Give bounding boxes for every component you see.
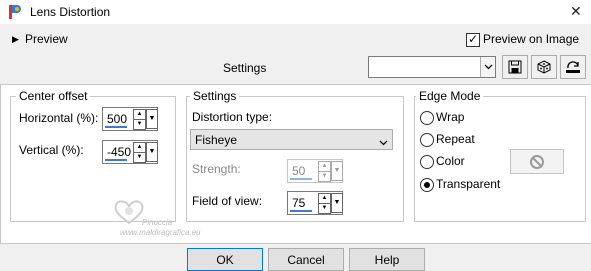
help-button[interactable]: Help <box>349 248 425 271</box>
field-of-view-label: Field of view: <box>192 194 263 208</box>
chevron-down-icon[interactable] <box>480 57 495 77</box>
cancel-button[interactable]: Cancel <box>268 248 344 271</box>
save-preset-button[interactable] <box>502 55 528 79</box>
strength-spinbox: 50 ▲ ▼ ▼ <box>287 159 343 183</box>
spin-menu-icon[interactable]: ▼ <box>331 193 343 213</box>
radio-wrap[interactable] <box>420 111 434 125</box>
save-icon <box>508 60 522 74</box>
random-button[interactable] <box>531 55 557 79</box>
spin-down-icon[interactable]: ▼ <box>318 203 331 214</box>
settings-preset-label: Settings <box>223 61 267 75</box>
close-icon[interactable]: ✕ <box>570 3 582 20</box>
center-offset-title: Center offset <box>16 89 91 103</box>
dice-icon <box>537 60 551 74</box>
radio-color-label: Color <box>436 154 465 168</box>
ok-button[interactable]: OK <box>187 248 263 271</box>
preset-dropdown[interactable] <box>368 56 496 78</box>
settings-group-title: Settings <box>190 89 240 103</box>
watermark-logo <box>112 198 146 229</box>
field-of-view-value: 75 <box>292 196 306 210</box>
radio-repeat-label: Repeat <box>436 132 475 146</box>
spin-down-icon[interactable]: ▼ <box>133 119 146 130</box>
checkmark-icon: ✓ <box>468 32 479 46</box>
expand-arrow-icon[interactable]: ▶ <box>12 34 19 45</box>
horizontal-spinbox[interactable]: 500 ▲ ▼ ▼ <box>102 107 158 131</box>
radio-selected-dot <box>424 182 430 188</box>
watermark-text-1: Pinuccia <box>142 218 173 227</box>
radio-transparent-label: Transparent <box>436 177 501 191</box>
no-color-icon <box>530 154 544 169</box>
distortion-type-value: Fisheye <box>195 133 238 147</box>
field-of-view-spinbox[interactable]: 75 ▲ ▼ ▼ <box>287 191 343 215</box>
radio-wrap-label: Wrap <box>436 110 465 124</box>
radio-color[interactable] <box>420 155 434 169</box>
vertical-value: -450 <box>107 145 132 159</box>
watermark-text-2: www.maldiragrafica.eu <box>120 228 201 237</box>
spin-down-icon[interactable]: ▼ <box>133 152 146 163</box>
spin-menu-icon: ▼ <box>331 161 343 181</box>
spin-menu-icon[interactable]: ▼ <box>146 109 158 129</box>
strength-value: 50 <box>292 164 306 178</box>
value-underline <box>290 210 312 212</box>
color-swatch <box>510 149 564 174</box>
app-icon <box>7 4 23 20</box>
radio-repeat[interactable] <box>420 133 434 147</box>
value-underline <box>105 126 127 128</box>
edge-mode-title: Edge Mode <box>416 89 484 103</box>
reset-button[interactable] <box>560 55 586 79</box>
radio-transparent[interactable] <box>420 178 434 192</box>
value-underline <box>290 178 312 180</box>
preview-toggle-label[interactable]: Preview <box>25 32 68 46</box>
preview-on-image-label: Preview on Image <box>483 32 580 46</box>
strength-label: Strength: <box>192 162 241 176</box>
chevron-down-icon[interactable] <box>379 135 388 149</box>
spin-menu-icon[interactable]: ▼ <box>146 142 158 162</box>
value-underline <box>105 159 127 161</box>
distortion-type-dropdown[interactable]: Fisheye <box>190 129 393 150</box>
vertical-spinbox[interactable]: -450 ▲ ▼ ▼ <box>102 140 158 164</box>
reset-icon <box>566 61 580 73</box>
horizontal-value: 500 <box>107 112 128 126</box>
preview-on-image-checkbox[interactable]: ✓ <box>466 32 480 47</box>
vertical-label: Vertical (%): <box>19 143 84 157</box>
spin-down-icon: ▼ <box>318 171 331 182</box>
distortion-type-label: Distortion type: <box>192 110 273 124</box>
window-title: Lens Distortion <box>30 5 111 19</box>
heart-watermark-icon <box>114 200 144 225</box>
horizontal-label: Horizontal (%): <box>19 111 99 125</box>
